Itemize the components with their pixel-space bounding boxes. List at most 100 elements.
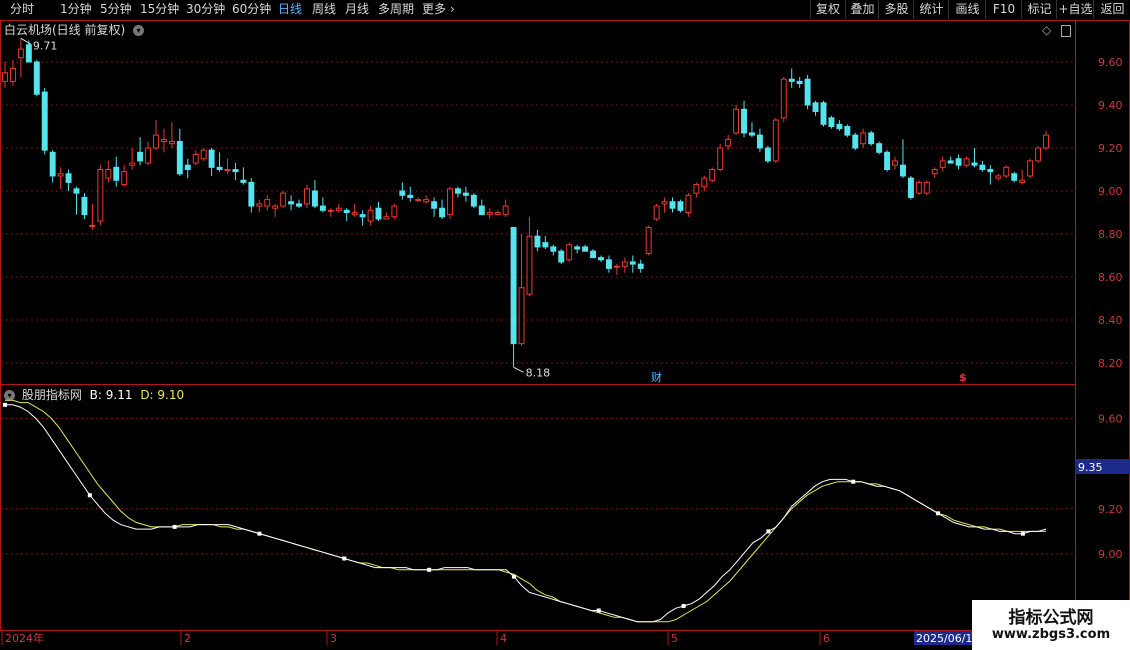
candle-body[interactable] [439,207,446,218]
chart-canvas[interactable]: 9.60 9.40 9.20 9.00 8.80 8.60 8.40 8.20 9.60 9.20… [0,0,1130,650]
candle-body[interactable] [431,201,438,209]
candle-body[interactable] [852,134,859,149]
candle-body[interactable] [383,216,390,220]
candle-body[interactable] [542,242,549,248]
candle-body[interactable] [868,132,875,145]
event-dollar-marker[interactable]: $ [959,371,967,384]
candle-body[interactable] [65,173,72,183]
candle-body[interactable] [907,177,914,198]
candle-body[interactable] [590,250,597,259]
candle-body[interactable] [899,164,906,177]
candle-body[interactable] [192,153,199,164]
candle-body[interactable] [613,265,620,268]
candle-body[interactable] [343,209,350,214]
candle-body[interactable] [184,164,191,170]
event-finance-marker[interactable]: 财 [651,370,662,384]
candle-body[interactable] [41,91,48,151]
candle-body[interactable] [931,169,938,175]
candle-body[interactable] [788,78,795,82]
candle-body[interactable] [224,169,231,171]
candle-body[interactable] [129,162,136,166]
candle-body[interactable] [884,151,891,171]
candle-body[interactable] [780,78,787,119]
candle-body[interactable] [693,184,700,194]
candle-body[interactable] [550,246,557,252]
candle-body[interactable] [367,209,374,222]
candle-body[interactable] [272,205,279,209]
candle-body[interactable] [963,158,970,166]
candle-body[interactable] [351,212,358,216]
candle-body[interactable] [558,250,565,263]
candle-body[interactable] [717,147,724,170]
candle-body[interactable] [391,205,398,218]
candle-body[interactable] [97,169,104,222]
candle-body[interactable] [407,194,414,198]
candle-body[interactable] [359,214,366,218]
candle-body[interactable] [510,227,517,345]
candle-body[interactable] [709,169,716,181]
candle-body[interactable] [645,227,652,254]
candle-body[interactable] [208,149,215,168]
candle-body[interactable] [486,212,493,216]
candle-body[interactable] [478,205,485,216]
candle-body[interactable] [1043,134,1049,149]
candle-body[interactable] [454,188,461,194]
candle-body[interactable] [995,175,1002,179]
candle-body[interactable] [216,166,223,171]
candle-body[interactable] [764,147,771,162]
candle-body[interactable] [415,199,422,202]
candle-body[interactable] [304,188,310,205]
candle-body[interactable] [1011,173,1018,181]
candle-body[interactable] [319,205,326,211]
candle-body[interactable] [49,151,56,177]
candle-body[interactable] [168,141,175,145]
candle-body[interactable] [820,102,827,125]
candle-body[interactable] [137,151,144,162]
candle-body[interactable] [176,141,183,175]
candle-body[interactable] [470,194,477,207]
candle-body[interactable] [923,181,930,194]
candle-body[interactable] [741,108,747,134]
candle-body[interactable] [979,164,986,170]
candle-body[interactable] [939,160,946,168]
candle-body[interactable] [844,126,851,136]
candle-body[interactable] [685,194,692,214]
candle-body[interactable] [145,147,152,164]
candle-body[interactable] [947,160,954,164]
candle-body[interactable] [375,207,382,220]
candle-body[interactable] [200,149,207,160]
candle-body[interactable] [153,134,159,149]
candle-body[interactable] [804,78,811,106]
candle-body[interactable] [2,72,8,82]
candle-body[interactable] [423,199,430,203]
candle-body[interactable] [73,188,80,194]
candle-body[interactable] [860,132,867,145]
candle-body[interactable] [796,80,803,84]
candle-body[interactable] [892,160,898,166]
candle-body[interactable] [121,171,128,186]
candle-body[interactable] [828,117,835,128]
candle-body[interactable] [1035,147,1042,162]
candle-body[interactable] [701,177,708,188]
candle-body[interactable] [232,169,239,173]
candle-body[interactable] [955,158,962,166]
candle-body[interactable] [836,123,843,130]
candle-body[interactable] [57,173,64,177]
candle-body[interactable] [971,162,978,166]
candle-body[interactable] [749,132,755,136]
candle-body[interactable] [756,134,763,149]
candle-body[interactable] [733,108,740,134]
candle-body[interactable] [89,224,96,227]
candle-body[interactable] [264,199,271,207]
candle-body[interactable] [566,244,573,261]
candle-body[interactable] [327,209,334,212]
candle-body[interactable] [987,169,994,173]
candle-body[interactable] [502,205,509,216]
candle-body[interactable] [280,192,287,207]
candle-body[interactable] [311,190,318,207]
candle-body[interactable] [494,212,501,216]
candle-body[interactable] [240,179,247,183]
candle-body[interactable] [621,261,628,267]
candle-body[interactable] [248,181,255,207]
candle-body[interactable] [637,263,644,269]
